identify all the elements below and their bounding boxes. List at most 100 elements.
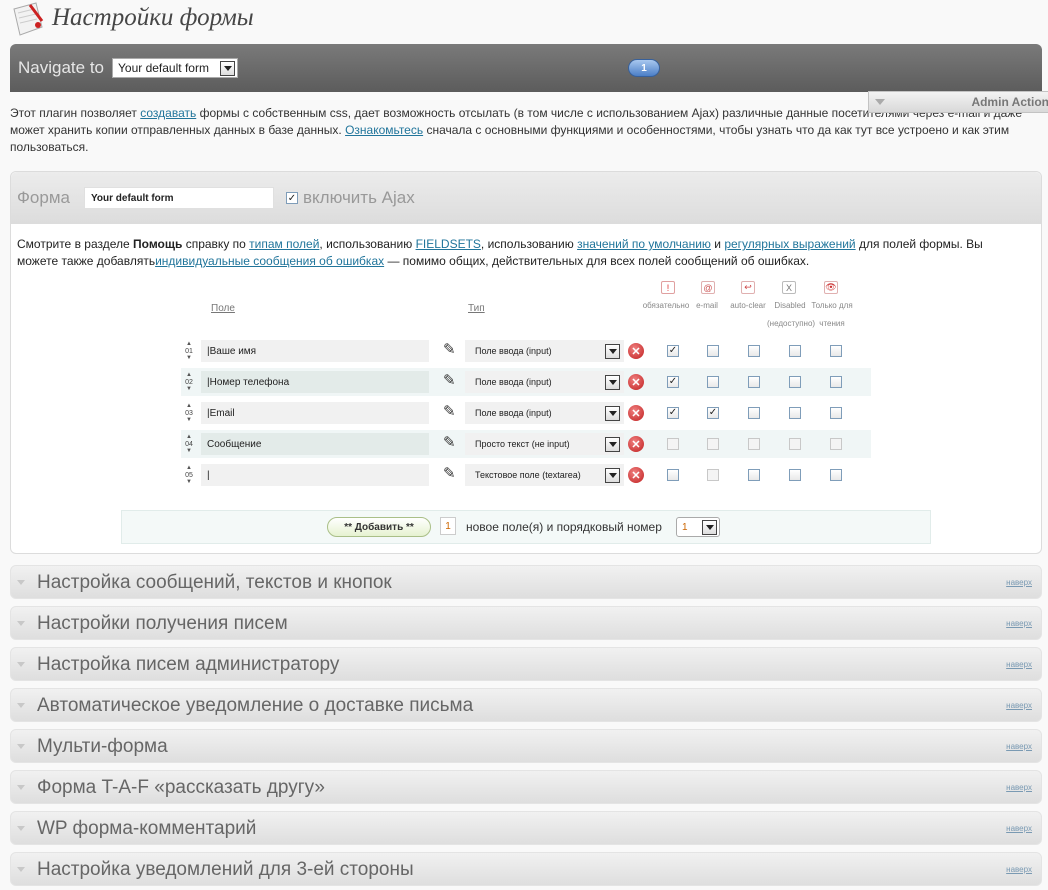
email-checkbox[interactable] xyxy=(707,438,719,450)
chevron-down-icon[interactable] xyxy=(11,648,31,680)
pencil-icon[interactable]: ✎ xyxy=(443,342,456,358)
delete-icon[interactable]: ✕ xyxy=(628,467,644,483)
field-type-value: Текстовое поле (textarea) xyxy=(475,470,581,480)
fieldsets-link[interactable]: FIELDSETS xyxy=(416,237,481,251)
column-header-disabled: Disabled xyxy=(774,301,806,310)
readonly-checkbox[interactable] xyxy=(830,376,842,388)
field-type-select[interactable]: Поле ввода (input) xyxy=(465,371,624,393)
readonly-checkbox[interactable] xyxy=(830,345,842,357)
required-checkbox[interactable]: ✓ xyxy=(667,407,679,419)
pencil-icon[interactable]: ✎ xyxy=(443,373,456,389)
chevron-down-icon[interactable] xyxy=(11,689,31,721)
chevron-down-icon[interactable] xyxy=(11,812,31,844)
back-to-top-link[interactable]: наверх xyxy=(1006,578,1032,587)
required-checkbox[interactable] xyxy=(667,469,679,481)
back-to-top-link[interactable]: наверх xyxy=(1006,865,1032,874)
disabled-checkbox[interactable] xyxy=(789,407,801,419)
pencil-icon[interactable]: ✎ xyxy=(443,435,456,451)
field-name-input[interactable]: |Email xyxy=(201,402,429,424)
error-messages-link[interactable]: индивидуальные сообщения об ошибках xyxy=(155,254,384,268)
sort-handle-icon[interactable]: ▲ 04 ▼ xyxy=(184,434,194,454)
delete-icon[interactable]: ✕ xyxy=(628,405,644,421)
field-type-select[interactable]: Поле ввода (input) xyxy=(465,340,624,362)
collapsible-section[interactable]: Мульти-форма наверх xyxy=(10,729,1042,763)
regex-link[interactable]: регулярных выражений xyxy=(724,237,855,251)
chevron-down-icon[interactable] xyxy=(11,853,31,885)
sort-handle-icon[interactable]: ▲ 01 ▼ xyxy=(184,341,194,361)
readonly-checkbox[interactable] xyxy=(830,469,842,481)
field-type-select[interactable]: Поле ввода (input) xyxy=(465,402,624,424)
autoclear-checkbox[interactable] xyxy=(748,345,760,357)
form-select-value: Your default form xyxy=(118,61,209,75)
collapsible-section[interactable]: Настройки получения писем наверх xyxy=(10,606,1042,640)
delete-icon[interactable]: ✕ xyxy=(628,343,644,359)
email-checkbox[interactable] xyxy=(707,345,719,357)
email-checkbox[interactable] xyxy=(707,376,719,388)
position-select[interactable]: 1 xyxy=(676,517,720,537)
required-checkbox[interactable]: ✓ xyxy=(667,345,679,357)
email-checkbox[interactable] xyxy=(707,469,719,481)
collapsible-section[interactable]: WP форма-комментарий наверх xyxy=(10,811,1042,845)
help-text: Смотрите в разделе Помощь справку по тип… xyxy=(17,236,1017,270)
collapsible-section[interactable]: Форма T-A-F «рассказать другу» наверх xyxy=(10,770,1042,804)
field-type-select[interactable]: Текстовое поле (textarea) xyxy=(465,464,624,486)
delete-icon[interactable]: ✕ xyxy=(628,374,644,390)
add-count-input[interactable]: 1 xyxy=(440,517,456,535)
default-values-link[interactable]: значений по умолчанию xyxy=(577,237,711,251)
field-name-input[interactable]: |Ваше имя xyxy=(201,340,429,362)
page-number-badge[interactable]: 1 xyxy=(628,59,660,77)
disabled-checkbox[interactable] xyxy=(789,345,801,357)
table-row: ▲ 04 ▼ Сообщение ✎ Просто текст (не input) ✕ xyxy=(181,430,871,458)
field-name-input[interactable]: | xyxy=(201,464,429,486)
required-checkbox[interactable] xyxy=(667,438,679,450)
chevron-down-icon[interactable] xyxy=(11,730,31,762)
collapsible-section[interactable]: Настройка уведомлений для 3-ей стороны на… xyxy=(10,852,1042,886)
delete-icon[interactable]: ✕ xyxy=(628,436,644,452)
field-type-select[interactable]: Просто текст (не input) xyxy=(465,433,624,455)
pencil-icon[interactable]: ✎ xyxy=(443,466,456,482)
autoclear-checkbox[interactable] xyxy=(748,438,760,450)
form-name-input[interactable]: Your default form xyxy=(83,187,274,209)
back-to-top-link[interactable]: наверх xyxy=(1006,701,1032,710)
chevron-down-icon[interactable] xyxy=(11,607,31,639)
sort-handle-icon[interactable]: ▲ 03 ▼ xyxy=(184,403,194,423)
autoclear-checkbox[interactable] xyxy=(748,376,760,388)
create-link[interactable]: создавать xyxy=(140,106,196,120)
add-button[interactable]: ** Добавить ** xyxy=(327,517,431,537)
collapsible-section[interactable]: Настройка сообщений, текстов и кнопок нав… xyxy=(10,565,1042,599)
disabled-checkbox[interactable] xyxy=(789,376,801,388)
chevron-down-icon xyxy=(605,468,620,483)
autoclear-checkbox[interactable] xyxy=(748,469,760,481)
column-header-disabled-note: (недоступно) xyxy=(767,319,816,328)
chevron-down-icon[interactable] xyxy=(11,566,31,598)
row-number: 05 xyxy=(185,472,193,479)
pencil-icon[interactable]: ✎ xyxy=(443,404,456,420)
collapsible-section[interactable]: Настройка писем администратору наверх xyxy=(10,647,1042,681)
form-select[interactable]: Your default form xyxy=(112,58,238,78)
back-to-top-link[interactable]: наверх xyxy=(1006,660,1032,669)
readonly-checkbox[interactable] xyxy=(830,407,842,419)
back-to-top-link[interactable]: наверх xyxy=(1006,824,1032,833)
chevron-down-icon xyxy=(605,406,620,421)
sort-handle-icon[interactable]: ▲ 02 ▼ xyxy=(184,372,194,392)
collapsible-section[interactable]: Автоматическое уведомление о доставке пи… xyxy=(10,688,1042,722)
admin-action-dropdown[interactable]: Admin Action xyxy=(868,91,1048,113)
chevron-down-icon xyxy=(605,375,620,390)
email-checkbox[interactable]: ✓ xyxy=(707,407,719,419)
back-to-top-link[interactable]: наверх xyxy=(1006,783,1032,792)
field-name-input[interactable]: Сообщение xyxy=(201,433,429,455)
disabled-checkbox[interactable] xyxy=(789,469,801,481)
ajax-label: включить Ajax xyxy=(302,188,415,207)
field-name-input[interactable]: |Номер телефона xyxy=(201,371,429,393)
required-checkbox[interactable]: ✓ xyxy=(667,376,679,388)
autoclear-checkbox[interactable] xyxy=(748,407,760,419)
back-to-top-link[interactable]: наверх xyxy=(1006,619,1032,628)
chevron-down-icon[interactable] xyxy=(11,771,31,803)
sort-handle-icon[interactable]: ▲ 05 ▼ xyxy=(184,465,194,485)
disabled-checkbox[interactable] xyxy=(789,438,801,450)
field-types-link[interactable]: типам полей xyxy=(249,237,319,251)
ajax-checkbox[interactable]: ✓ xyxy=(285,192,298,204)
back-to-top-link[interactable]: наверх xyxy=(1006,742,1032,751)
learn-link[interactable]: Ознакомьтесь xyxy=(345,123,423,137)
readonly-checkbox[interactable] xyxy=(830,438,842,450)
